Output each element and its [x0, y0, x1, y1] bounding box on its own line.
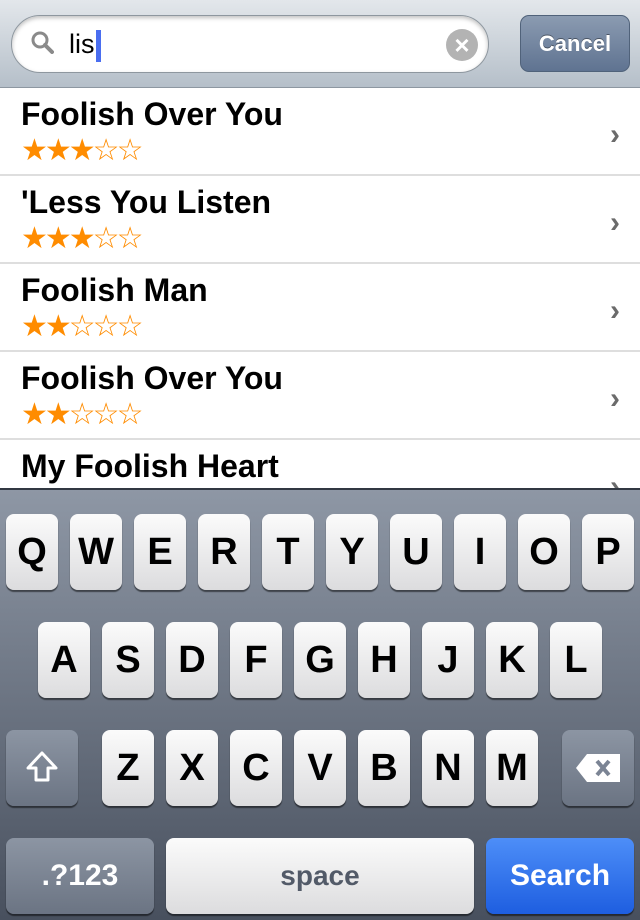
- song-title: Foolish Over You: [21, 96, 283, 132]
- key-h[interactable]: H: [358, 622, 410, 698]
- chevron-right-icon: ›: [610, 206, 620, 239]
- song-title: Foolish Man: [21, 272, 208, 308]
- key-d[interactable]: D: [166, 622, 218, 698]
- search-bar: lis × Cancel: [0, 0, 640, 88]
- numbers-key[interactable]: .?123: [6, 838, 154, 914]
- chevron-right-icon: ›: [610, 294, 620, 327]
- key-c[interactable]: C: [230, 730, 282, 806]
- keyboard: Q W E R T Y U I O P A S D F G H J K L Z X C V B N M .?123 space Sear…: [0, 488, 640, 920]
- song-title: 'Less You Listen: [21, 184, 272, 220]
- search-input[interactable]: lis ×: [11, 15, 489, 73]
- song-title: My Foolish Heart: [21, 448, 279, 484]
- key-z[interactable]: Z: [102, 730, 154, 806]
- star-rating: ★★★☆☆: [21, 134, 143, 167]
- key-s[interactable]: S: [102, 622, 154, 698]
- list-item[interactable]: Foolish Man ★★☆☆☆ ›: [0, 264, 640, 352]
- key-j[interactable]: J: [422, 622, 474, 698]
- backspace-key[interactable]: [562, 730, 634, 806]
- key-n[interactable]: N: [422, 730, 474, 806]
- key-t[interactable]: T: [262, 514, 314, 590]
- star-rating: ★★☆☆☆: [21, 310, 143, 343]
- key-g[interactable]: G: [294, 622, 346, 698]
- key-b[interactable]: B: [358, 730, 410, 806]
- key-i[interactable]: I: [454, 514, 506, 590]
- key-q[interactable]: Q: [6, 514, 58, 590]
- clear-icon[interactable]: ×: [446, 29, 478, 61]
- list-item[interactable]: Foolish Over You ★★★☆☆ ›: [0, 88, 640, 176]
- space-key[interactable]: space: [166, 838, 474, 914]
- key-f[interactable]: F: [230, 622, 282, 698]
- key-y[interactable]: Y: [326, 514, 378, 590]
- key-m[interactable]: M: [486, 730, 538, 806]
- list-item[interactable]: Foolish Over You ★★☆☆☆ ›: [0, 352, 640, 440]
- shift-icon: [26, 751, 58, 782]
- backspace-icon: [576, 754, 620, 782]
- key-w[interactable]: W: [70, 514, 122, 590]
- key-x[interactable]: X: [166, 730, 218, 806]
- key-u[interactable]: U: [390, 514, 442, 590]
- star-rating: ★★★☆☆: [21, 222, 143, 255]
- search-key[interactable]: Search: [486, 838, 634, 914]
- list-item[interactable]: 'Less You Listen ★★★☆☆ ›: [0, 176, 640, 264]
- search-icon: [31, 31, 54, 54]
- key-e[interactable]: E: [134, 514, 186, 590]
- key-l[interactable]: L: [550, 622, 602, 698]
- cancel-button[interactable]: Cancel: [520, 15, 630, 72]
- chevron-right-icon: ›: [610, 382, 620, 415]
- key-r[interactable]: R: [198, 514, 250, 590]
- text-caret: [95, 29, 101, 62]
- results-list: Foolish Over You ★★★☆☆ › 'Less You Listen ★★…: [0, 88, 640, 528]
- song-title: Foolish Over You: [21, 360, 283, 396]
- chevron-right-icon: ›: [610, 118, 620, 151]
- shift-key[interactable]: [6, 730, 78, 806]
- star-rating: ★★☆☆☆: [21, 398, 143, 431]
- key-a[interactable]: A: [38, 622, 90, 698]
- key-o[interactable]: O: [518, 514, 570, 590]
- key-p[interactable]: P: [582, 514, 634, 590]
- key-k[interactable]: K: [486, 622, 538, 698]
- key-v[interactable]: V: [294, 730, 346, 806]
- search-query: lis: [69, 29, 95, 59]
